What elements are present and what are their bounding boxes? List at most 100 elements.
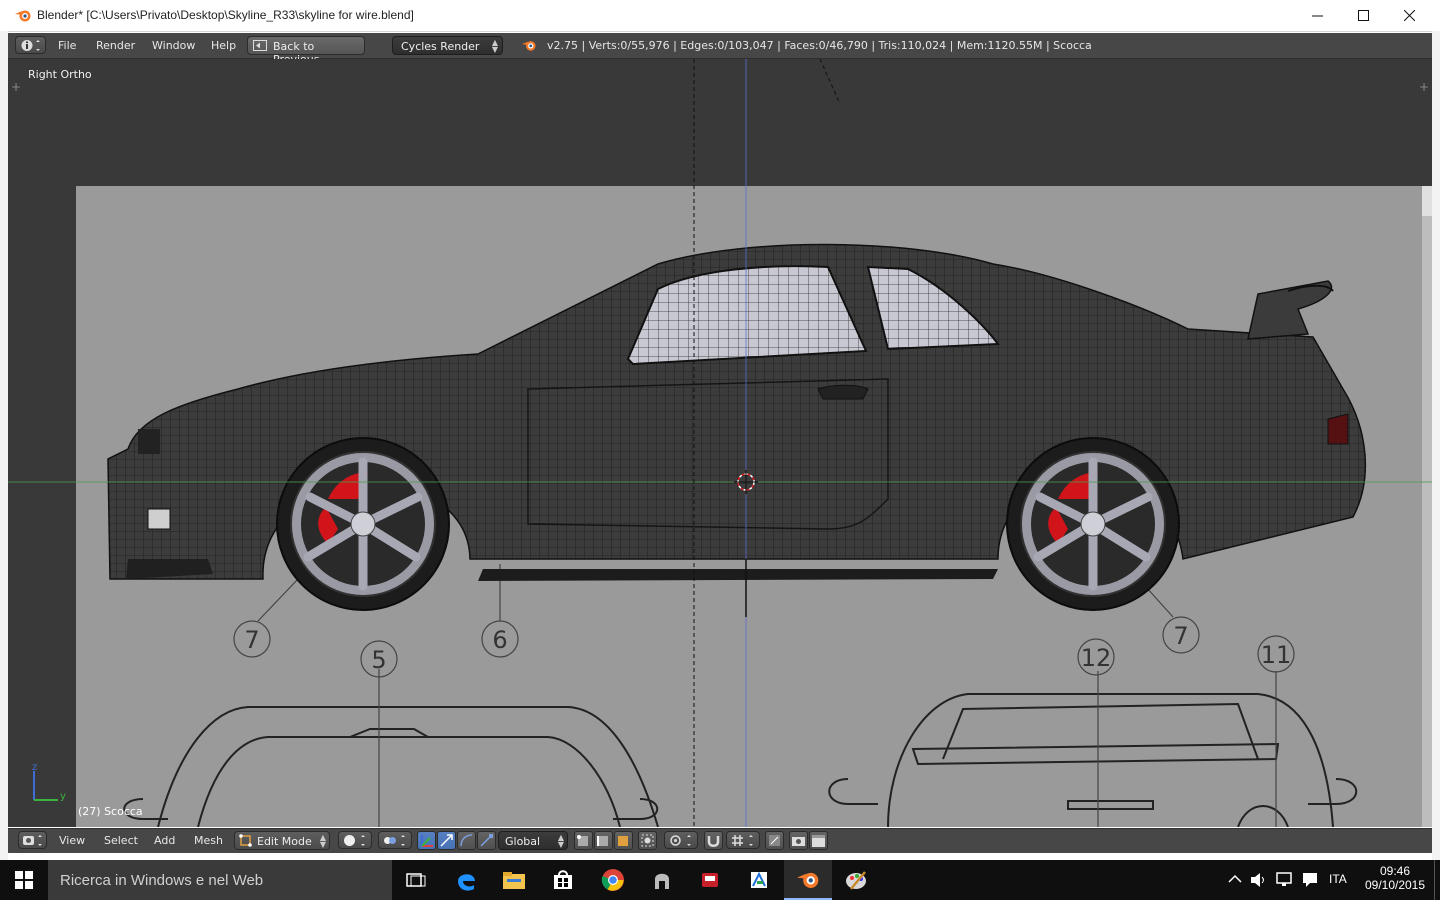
close-button[interactable]: [1386, 0, 1432, 31]
snap-grid-icon: [732, 835, 753, 846]
language-indicator[interactable]: ITA: [1329, 872, 1347, 886]
scale-manipulator-button[interactable]: [477, 831, 496, 850]
window-title: Blender* [C:\Users\Privato\Desktop\Skyli…: [37, 8, 414, 22]
editor-type-button[interactable]: [18, 831, 47, 849]
translate-manipulator-button[interactable]: [437, 831, 456, 850]
rotate-manipulator-button[interactable]: [457, 831, 476, 850]
clock-date: 09/10/2015: [1364, 878, 1426, 892]
close-icon: [1403, 10, 1415, 21]
window-border-left: [0, 31, 8, 860]
edge-select-button[interactable]: [594, 831, 613, 850]
edge-select-icon: [597, 836, 608, 846]
clapperboard-icon: [812, 835, 825, 847]
pivot-icon: [384, 835, 405, 846]
app-button[interactable]: [638, 860, 686, 900]
snap-toggle-button[interactable]: [704, 831, 723, 850]
paint-button[interactable]: [833, 860, 881, 900]
render-opengl-animation-button[interactable]: [809, 831, 828, 850]
car-mesh: [107, 243, 1367, 611]
volume-icon[interactable]: [1250, 872, 1268, 888]
menu-mesh[interactable]: Mesh: [194, 834, 223, 847]
view-name-label: Right Ortho: [28, 68, 92, 81]
face-select-icon: [618, 836, 628, 846]
3d-viewport[interactable]: 7 6 7 5 12 11 + + z y Right Ortho (27) S…: [8, 59, 1432, 827]
clock-time: 09:46: [1379, 864, 1411, 878]
editor-type-button[interactable]: [15, 36, 46, 54]
select-arrows-icon: ▲ ▼: [557, 833, 564, 849]
face-select-button[interactable]: [614, 831, 633, 850]
callout-number: 7: [1173, 622, 1188, 650]
menu-file[interactable]: File: [58, 39, 76, 52]
task-view-button[interactable]: [392, 860, 440, 900]
pivot-point-select[interactable]: [378, 831, 412, 849]
windows-logo-icon: [15, 871, 33, 889]
active-object-label: (27) Scocca: [78, 805, 143, 818]
file-explorer-button[interactable]: [490, 860, 538, 900]
transform-orientation-select[interactable]: Global ▲ ▼: [498, 831, 568, 850]
vertex-select-button[interactable]: [574, 831, 593, 850]
network-icon[interactable]: [1276, 872, 1294, 888]
search-box[interactable]: Ricerca in Windows e nel Web: [48, 860, 392, 900]
store-button[interactable]: [539, 860, 587, 900]
blueprint-front-view: [123, 706, 659, 827]
menu-render[interactable]: Render: [96, 39, 135, 52]
menu-select[interactable]: Select: [104, 834, 138, 847]
callout-number: 5: [371, 646, 386, 674]
menu-help[interactable]: Help: [211, 39, 236, 52]
edge-button[interactable]: [442, 860, 490, 900]
windows-taskbar: Ricerca in Windows e nel Web ITA 09:46 0…: [0, 860, 1440, 900]
minimize-icon: [1311, 15, 1323, 17]
paint-icon: [846, 871, 866, 890]
snap-target-button[interactable]: [765, 831, 784, 850]
limit-selection-visible-button[interactable]: [638, 831, 657, 850]
clock[interactable]: 09:46 09/10/2015: [1362, 860, 1428, 900]
manipulator-toggle-button[interactable]: [417, 831, 436, 850]
screen-back-icon: [253, 40, 267, 51]
menu-window[interactable]: Window: [152, 39, 195, 52]
info-header: File Render Window Help Back to Previous…: [8, 33, 1432, 66]
solid-shading-icon: [344, 835, 365, 846]
blender-taskbar-button[interactable]: [784, 860, 832, 900]
callout-number: 7: [244, 626, 259, 654]
snap-element-select[interactable]: [726, 831, 760, 849]
window-border-right: [1432, 31, 1440, 860]
chrome-button[interactable]: [589, 860, 637, 900]
magnet-icon: [707, 836, 720, 847]
show-desktop-button[interactable]: [1434, 860, 1440, 900]
render-engine-select[interactable]: Cycles Render ▲ ▼: [392, 36, 503, 55]
render-opengl-image-button[interactable]: [789, 831, 808, 850]
3d-view-header: View Select Add Mesh Edit Mode ▲ ▼ Global…: [8, 828, 1432, 853]
maximize-button[interactable]: [1340, 0, 1386, 31]
interaction-mode-select[interactable]: Edit Mode ▲ ▼: [234, 831, 330, 850]
viewport-shading-select[interactable]: [338, 831, 372, 849]
menu-add[interactable]: Add: [154, 834, 175, 847]
chevron-up-icon[interactable]: [1228, 874, 1242, 884]
back-to-previous-button[interactable]: Back to Previous: [247, 36, 365, 66]
app-red-icon: [702, 873, 718, 887]
svg-text:+: +: [11, 80, 21, 94]
select-arrows-icon: ▲ ▼: [319, 833, 326, 849]
arrow-move-icon: [440, 834, 453, 847]
callout-number: 12: [1081, 644, 1112, 672]
scene-drawing: 7 6 7 5 12 11 + + z y: [8, 59, 1432, 827]
edit-mode-icon: [239, 834, 252, 847]
app-red-button[interactable]: [686, 860, 734, 900]
task-view-icon: [406, 873, 426, 887]
proportional-edit-icon: [670, 835, 691, 846]
svg-text:y: y: [60, 791, 66, 802]
proportional-editing-select[interactable]: [664, 831, 698, 849]
app-icon: [655, 873, 669, 889]
blender-stats-icon: [522, 41, 536, 51]
maximize-icon: [1357, 10, 1369, 21]
notifications-icon[interactable]: [1302, 872, 1318, 888]
window-title-bar: Blender* [C:\Users\Privato\Desktop\Skyli…: [0, 0, 1440, 32]
manipulator-icon: [421, 835, 433, 847]
snap-target-icon: [769, 835, 780, 846]
3d-view-icon: [23, 835, 42, 846]
minimize-button[interactable]: [1294, 0, 1340, 31]
app-green-button[interactable]: [735, 860, 783, 900]
file-explorer-icon: [503, 872, 525, 889]
menu-view[interactable]: View: [59, 834, 85, 847]
app-green-icon: [751, 871, 767, 888]
start-button[interactable]: [0, 860, 48, 900]
